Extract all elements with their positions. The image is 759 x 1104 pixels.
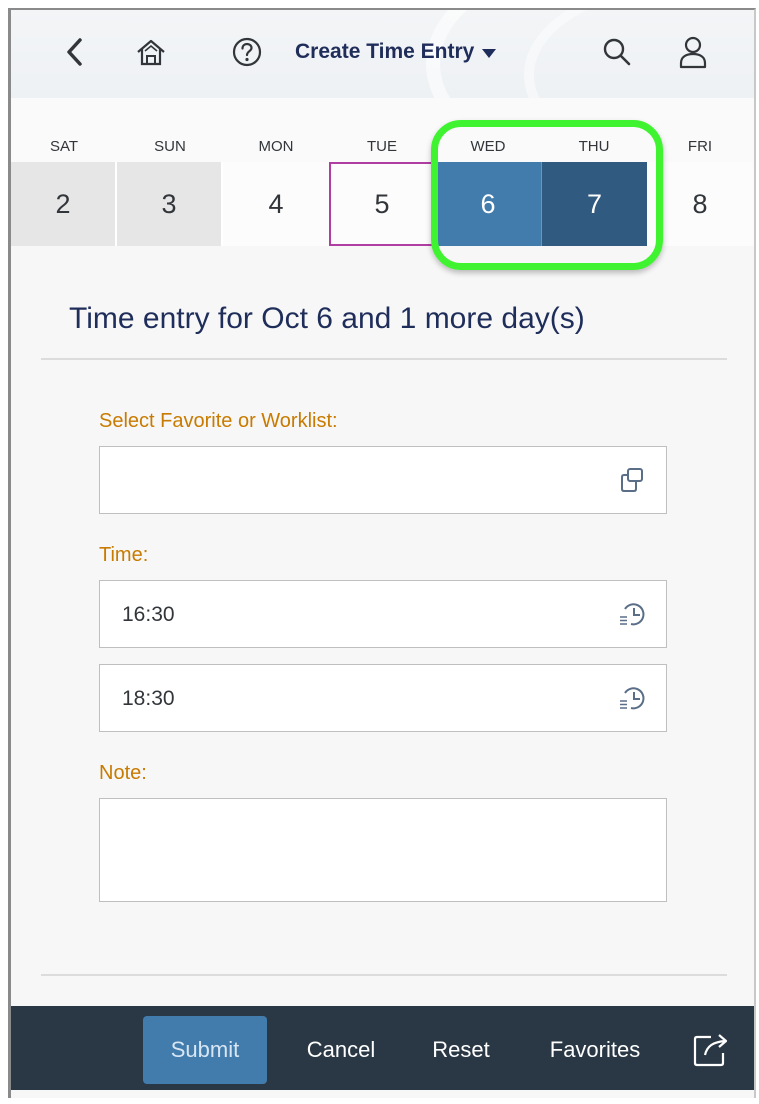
reset-button[interactable]: Reset	[415, 1016, 507, 1084]
search-icon[interactable]	[599, 34, 635, 70]
app-title-menu[interactable]: Create Time Entry	[295, 40, 497, 64]
dropdown-icon	[482, 49, 497, 58]
calendar-day[interactable]: SAT 2	[11, 98, 117, 246]
divider	[41, 358, 727, 360]
value-help-icon[interactable]	[618, 465, 648, 495]
day-name: MON	[258, 138, 294, 155]
day-name: TUE	[367, 138, 397, 155]
app-title: Create Time Entry	[295, 40, 475, 63]
cancel-button[interactable]: Cancel	[291, 1016, 391, 1084]
calendar-day-today[interactable]: TUE 5	[329, 98, 435, 246]
note-textarea[interactable]	[99, 798, 667, 902]
favorites-button[interactable]: Favorites	[537, 1016, 653, 1084]
start-time-input[interactable]: 16:30	[99, 580, 667, 648]
day-name: SAT	[49, 138, 79, 155]
calendar-day[interactable]: MON 4	[223, 98, 329, 246]
share-icon[interactable]	[683, 1016, 739, 1084]
calendar-day[interactable]: SUN 3	[117, 98, 223, 246]
time-label: Time:	[99, 544, 149, 566]
app-frame: Create Time Entry SAT 2 SUN 3 MON 4 TUE …	[8, 8, 756, 1098]
user-icon[interactable]	[675, 34, 711, 70]
end-time-input[interactable]: 18:30	[99, 664, 667, 732]
footer-toolbar: Submit Cancel Reset Favorites	[11, 1006, 754, 1090]
favorite-label: Select Favorite or Worklist:	[99, 410, 338, 432]
day-number: 2	[11, 162, 117, 246]
page-title: Time entry for Oct 6 and 1 more day(s)	[69, 302, 585, 335]
back-icon[interactable]	[57, 34, 93, 70]
day-name: SUN	[154, 138, 186, 155]
time-picker-icon[interactable]	[618, 599, 648, 629]
favorite-worklist-input[interactable]	[99, 446, 667, 514]
day-number: 5	[329, 162, 435, 246]
note-label: Note:	[99, 762, 147, 784]
day-number: 4	[223, 162, 329, 246]
end-time-value: 18:30	[122, 687, 175, 710]
help-icon[interactable]	[229, 34, 265, 70]
selection-highlight-annotation	[431, 120, 663, 270]
time-picker-icon[interactable]	[618, 683, 648, 713]
start-time-value: 16:30	[122, 603, 175, 626]
divider	[41, 974, 727, 976]
day-number: 3	[117, 162, 223, 246]
submit-button[interactable]: Submit	[143, 1016, 267, 1084]
shell-header: Create Time Entry	[11, 10, 754, 178]
home-icon[interactable]	[133, 34, 169, 70]
